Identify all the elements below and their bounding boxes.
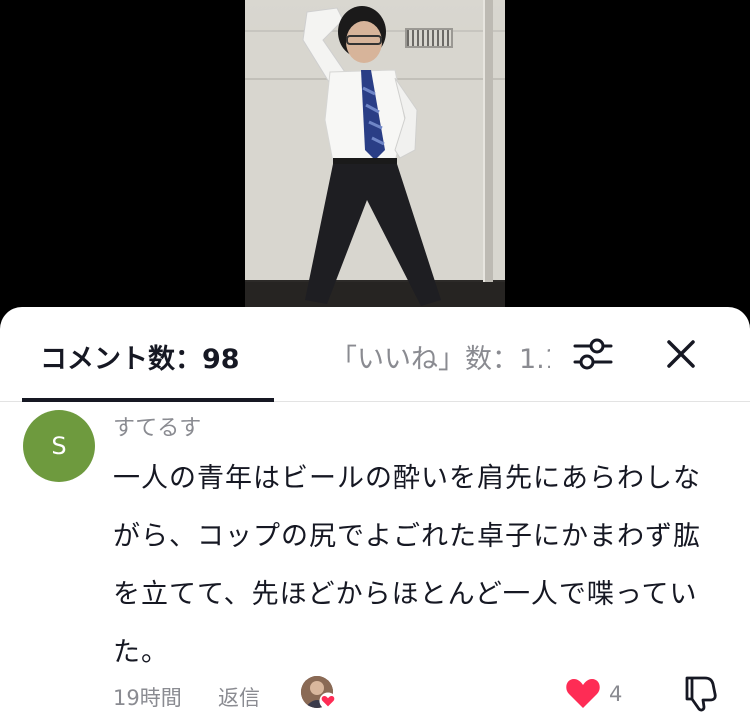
close-icon: [667, 340, 695, 368]
tab-comments[interactable]: コメント数：98: [40, 337, 240, 376]
heart-icon[interactable]: [565, 676, 601, 710]
comment-text: 一人の青年はビールの酔いを肩先にあらわしながら、コップの尻でよごれた卓子にかまわ…: [113, 463, 701, 668]
comment-timestamp: 19時間: [113, 686, 182, 710]
comment-username[interactable]: すてるす: [113, 410, 201, 442]
video-frame[interactable]: [245, 0, 505, 320]
comment-item: S すてるす 一人の青年はビールの酔いを肩先にあらわしながら、コップの尻でよごれ…: [0, 402, 750, 717]
tab-likes[interactable]: 「いいね」数：1.1: [330, 337, 550, 376]
comments-panel: コメント数：98 「いいね」数：1.1 S すてるす 一人の青年はビールの酔いを…: [0, 307, 750, 717]
comments-tab-bar: コメント数：98 「いいね」数：1.1: [0, 307, 750, 402]
comment-meta-row: 19時間 返信 4: [113, 674, 733, 714]
close-button[interactable]: [658, 331, 704, 377]
like-count: 4: [609, 682, 623, 706]
reply-button[interactable]: 返信: [218, 682, 260, 712]
creator-liked-heart-icon: [319, 692, 337, 710]
sliders-icon: [573, 338, 613, 370]
thumbs-down-icon[interactable]: [681, 674, 719, 712]
avatar[interactable]: S: [23, 410, 95, 482]
video-player[interactable]: [0, 0, 750, 320]
filter-button[interactable]: [570, 331, 616, 377]
dancing-person: [302, 6, 441, 306]
avatar-letter: S: [51, 432, 67, 460]
